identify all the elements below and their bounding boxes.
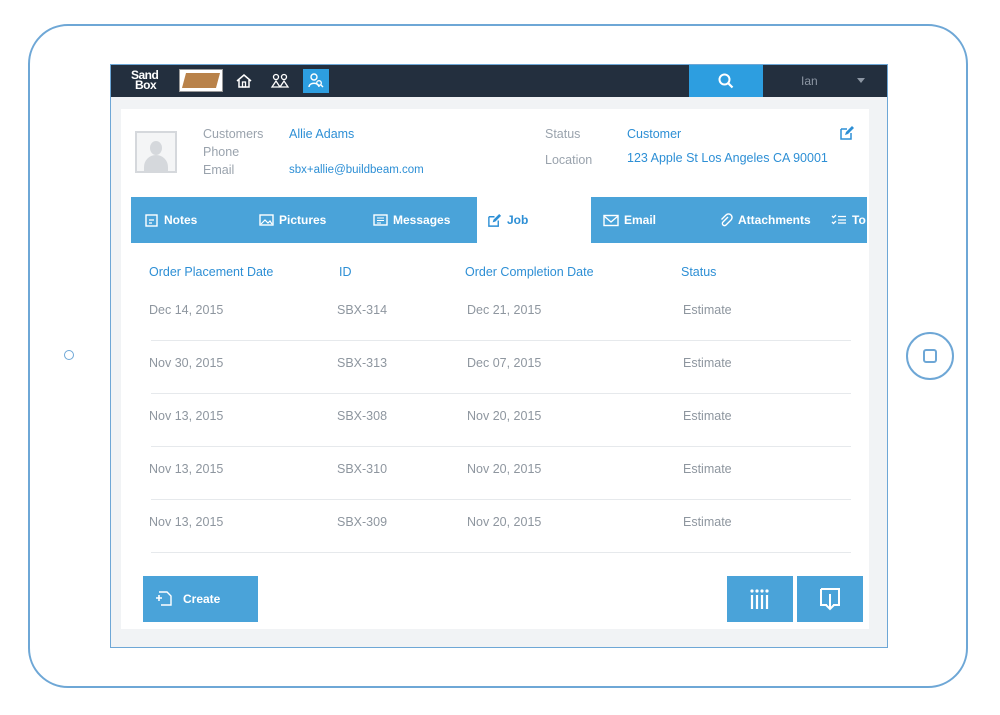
- col-header-completion-date[interactable]: Order Completion Date: [465, 265, 594, 279]
- tab-todo[interactable]: To: [831, 197, 866, 243]
- location-label: Location: [545, 153, 593, 167]
- sandbox-logo[interactable]: Sand Box: [131, 69, 177, 94]
- table-row[interactable]: Nov 13, 2015 SBX-309 Nov 20, 2015 Estima…: [121, 507, 869, 560]
- customer-email[interactable]: sbx+allie@buildbeam.com: [289, 164, 424, 176]
- user-search-icon[interactable]: [303, 69, 329, 93]
- table-row[interactable]: Nov 13, 2015 SBX-310 Nov 20, 2015 Estima…: [121, 454, 869, 507]
- app-screen: Sand Box Ian Customers Phone Email Allie…: [110, 64, 888, 648]
- customer-panel: Customers Phone Email Allie Adams sbx+al…: [121, 109, 869, 629]
- customer-name[interactable]: Allie Adams: [289, 127, 354, 141]
- row-divider: [151, 393, 851, 394]
- checklist-icon: [831, 214, 846, 225]
- search-icon: [718, 73, 734, 89]
- email-label: Email: [203, 163, 235, 177]
- row-divider: [151, 499, 851, 500]
- phone-label: Phone: [203, 145, 240, 159]
- table-row[interactable]: Dec 14, 2015 SBX-314 Dec 21, 2015 Estima…: [121, 295, 869, 348]
- edit-icon: [488, 213, 502, 227]
- row-divider: [151, 340, 851, 341]
- logo-thumbnail: [179, 69, 223, 92]
- col-header-id[interactable]: ID: [339, 265, 352, 279]
- paperclip-icon: [721, 212, 733, 226]
- top-bar: Sand Box Ian: [111, 65, 887, 97]
- columns-icon: [750, 589, 769, 609]
- avatar: [135, 131, 177, 173]
- row-divider: [151, 446, 851, 447]
- table-row[interactable]: Nov 13, 2015 SBX-308 Nov 20, 2015 Estima…: [121, 401, 869, 454]
- tab-notes[interactable]: Notes: [145, 197, 197, 243]
- home-icon[interactable]: [231, 69, 257, 93]
- customers-label: Customers: [203, 127, 264, 141]
- create-button[interactable]: Create: [143, 576, 258, 622]
- messages-icon: [373, 214, 388, 226]
- columns-button[interactable]: [727, 576, 793, 622]
- tab-bar: Notes Pictures Messages Job Email Attach…: [131, 197, 867, 243]
- tab-messages[interactable]: Messages: [373, 197, 450, 243]
- picture-icon: [259, 214, 274, 226]
- export-button[interactable]: [797, 576, 863, 622]
- customer-location: 123 Apple St Los Angeles CA 90001: [627, 151, 828, 165]
- people-icon[interactable]: [267, 69, 293, 93]
- tab-attachments[interactable]: Attachments: [719, 197, 811, 243]
- email-icon: [603, 214, 619, 226]
- tab-email[interactable]: Email: [603, 197, 656, 243]
- download-icon: [820, 588, 840, 611]
- search-button[interactable]: [689, 65, 763, 97]
- notes-icon: [145, 214, 158, 227]
- col-header-status[interactable]: Status: [681, 265, 716, 279]
- create-icon: [156, 591, 172, 606]
- customer-status: Customer: [627, 127, 682, 141]
- status-label: Status: [545, 127, 581, 141]
- edit-icon[interactable]: [839, 125, 855, 146]
- device-home-button[interactable]: [906, 332, 954, 380]
- chevron-down-icon[interactable]: [857, 78, 865, 83]
- col-header-placement-date[interactable]: Order Placement Date: [149, 265, 273, 279]
- tab-pictures[interactable]: Pictures: [259, 197, 326, 243]
- table-row[interactable]: Nov 30, 2015 SBX-313 Dec 07, 2015 Estima…: [121, 348, 869, 401]
- user-menu-name[interactable]: Ian: [801, 74, 818, 88]
- tab-job[interactable]: Job: [477, 197, 591, 243]
- row-divider: [151, 552, 851, 553]
- camera-icon: [64, 350, 74, 360]
